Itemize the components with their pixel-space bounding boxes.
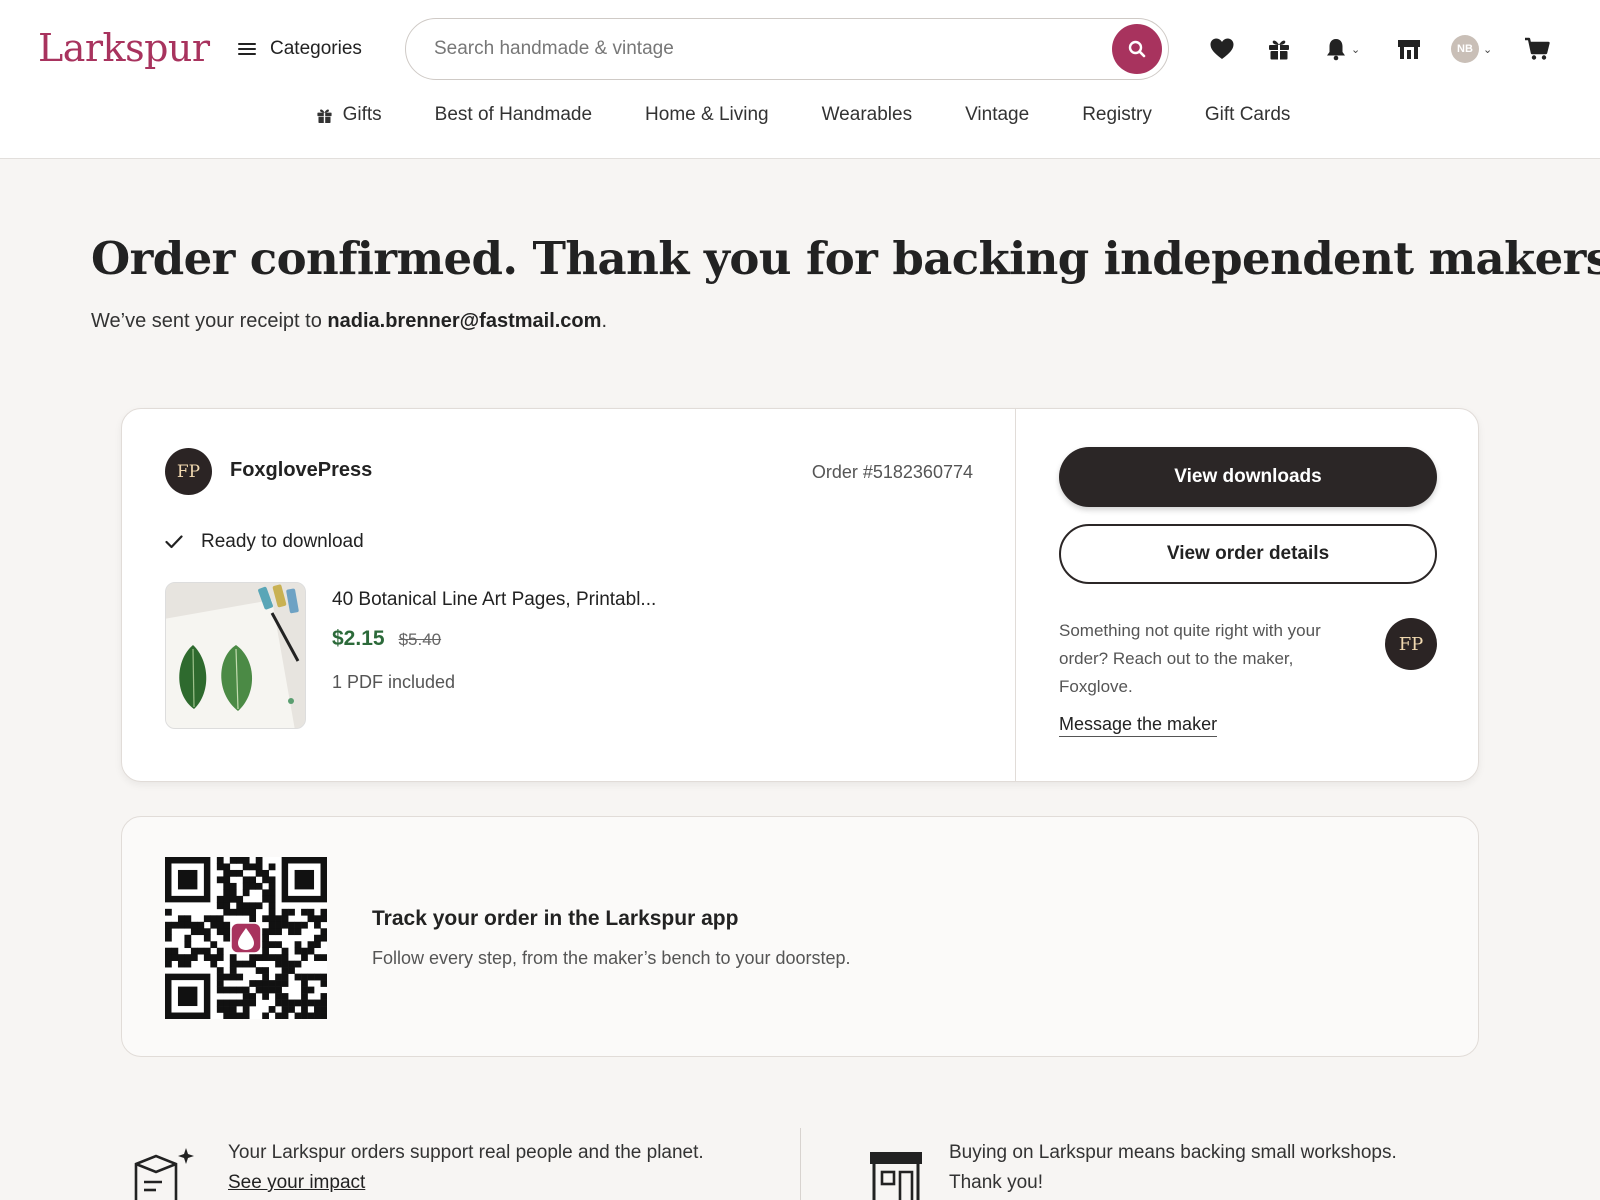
search-icon xyxy=(1128,40,1146,58)
chevron-down-icon: ⌄ xyxy=(1351,43,1361,56)
shop-name[interactable]: FoxglovePress xyxy=(230,459,372,482)
workshops-thanks: Thank you! xyxy=(949,1172,1043,1193)
gift-icon xyxy=(1269,40,1289,60)
help-text: Something not quite right with your orde… xyxy=(1059,621,1321,696)
chevron-down-icon: ⌄ xyxy=(1483,43,1493,56)
order-summary: FP FoxglovePress Order #5182360774 Ready… xyxy=(122,409,1016,781)
menu-icon xyxy=(238,42,256,56)
nav-item-home-living[interactable]: Home & Living xyxy=(639,104,769,126)
nav-label: Vintage xyxy=(965,104,1030,125)
nav-label: Gift Cards xyxy=(1204,104,1291,125)
included-files: 1 PDF included xyxy=(332,672,456,692)
box-icon xyxy=(134,1148,194,1200)
workshops-section: Buying on Larkspur means backing small w… xyxy=(868,1142,1397,1200)
see-impact-link[interactable]: See your impact xyxy=(228,1172,365,1193)
categories-label: Categories xyxy=(270,38,362,59)
avatar: NB xyxy=(1451,35,1479,63)
item-thumbnail[interactable] xyxy=(165,582,306,729)
download-status: Ready to download xyxy=(165,531,364,553)
order-card: FP FoxglovePress Order #5182360774 Ready… xyxy=(121,408,1479,782)
view-downloads-button[interactable]: View downloads xyxy=(1059,447,1437,507)
nav-item-vintage[interactable]: Vintage xyxy=(959,104,1029,126)
categories-button[interactable]: Categories xyxy=(238,34,362,64)
page-title: Order confirmed. Thank you for backing i… xyxy=(91,232,1600,285)
nav-item-gifts[interactable]: Gifts xyxy=(310,104,382,126)
message-maker-link[interactable]: Message the maker xyxy=(1059,714,1218,737)
cart-button[interactable] xyxy=(1524,34,1550,64)
receipt-prefix: We’ve sent your receipt to xyxy=(91,310,328,332)
receipt-message: We’ve sent your receipt to nadia.brenner… xyxy=(91,310,607,333)
gift-icon xyxy=(317,109,332,123)
item-title[interactable]: 40 Botanical Line Art Pages, Printabl... xyxy=(332,589,656,611)
favorites-button[interactable] xyxy=(1209,34,1235,64)
nav-label: Registry xyxy=(1082,104,1152,125)
search-bar xyxy=(405,18,1169,80)
storefront-icon xyxy=(870,1152,922,1200)
site-header: Larkspur Categories ⌄ NB ⌄ Gifts Best of… xyxy=(0,0,1600,159)
search-button[interactable] xyxy=(1112,24,1162,74)
bell-icon xyxy=(1327,39,1345,61)
logo[interactable]: Larkspur xyxy=(38,26,210,70)
gifts-button[interactable] xyxy=(1267,34,1291,64)
sale-price: $2.15 xyxy=(332,627,385,650)
category-nav: Gifts Best of Handmade Home & Living Wea… xyxy=(0,104,1600,126)
status-label: Ready to download xyxy=(201,531,364,552)
qr-code xyxy=(165,857,327,1019)
nav-label: Wearables xyxy=(821,104,913,125)
app-promo-title: Track your order in the Larkspur app xyxy=(372,907,739,930)
heart-icon xyxy=(1210,38,1234,59)
original-price: $5.40 xyxy=(398,630,442,649)
footer-divider xyxy=(800,1128,801,1200)
nav-item-registry[interactable]: Registry xyxy=(1076,104,1152,126)
nav-label: Gifts xyxy=(342,104,382,125)
shop-manager-button[interactable] xyxy=(1396,34,1422,64)
view-order-details-button[interactable]: View order details xyxy=(1059,524,1437,584)
nav-label: Home & Living xyxy=(645,104,769,125)
nav-label: Best of Handmade xyxy=(434,104,593,125)
impact-section: Your Larkspur orders support real people… xyxy=(132,1142,704,1200)
app-promo-subtitle: Follow every step, from the maker’s benc… xyxy=(372,948,851,968)
nav-item-wearables[interactable]: Wearables xyxy=(816,104,912,126)
impact-text: Your Larkspur orders support real people… xyxy=(228,1142,704,1163)
order-number: Order #5182360774 xyxy=(811,462,973,482)
receipt-email: nadia.brenner@fastmail.com xyxy=(327,310,602,332)
checkmark-icon xyxy=(165,535,183,549)
notifications-button[interactable]: ⌄ xyxy=(1325,34,1360,64)
shop-icon xyxy=(1398,40,1420,59)
botanical-print-image xyxy=(166,583,305,728)
cart-icon xyxy=(1525,37,1550,60)
maker-avatar: FP xyxy=(1385,618,1437,670)
item-price: $2.15 $5.40 xyxy=(332,627,441,651)
workshops-text: Buying on Larkspur means backing small w… xyxy=(949,1142,1397,1163)
nav-item-best-of-handmade[interactable]: Best of Handmade xyxy=(429,104,592,126)
shop-avatar[interactable]: FP xyxy=(165,448,212,495)
nav-item-gift-cards[interactable]: Gift Cards xyxy=(1199,104,1291,126)
app-promo-card: Track your order in the Larkspur app Fol… xyxy=(121,816,1479,1057)
search-input[interactable] xyxy=(434,34,1074,64)
account-menu[interactable]: NB ⌄ xyxy=(1451,34,1492,64)
receipt-suffix: . xyxy=(601,310,607,332)
